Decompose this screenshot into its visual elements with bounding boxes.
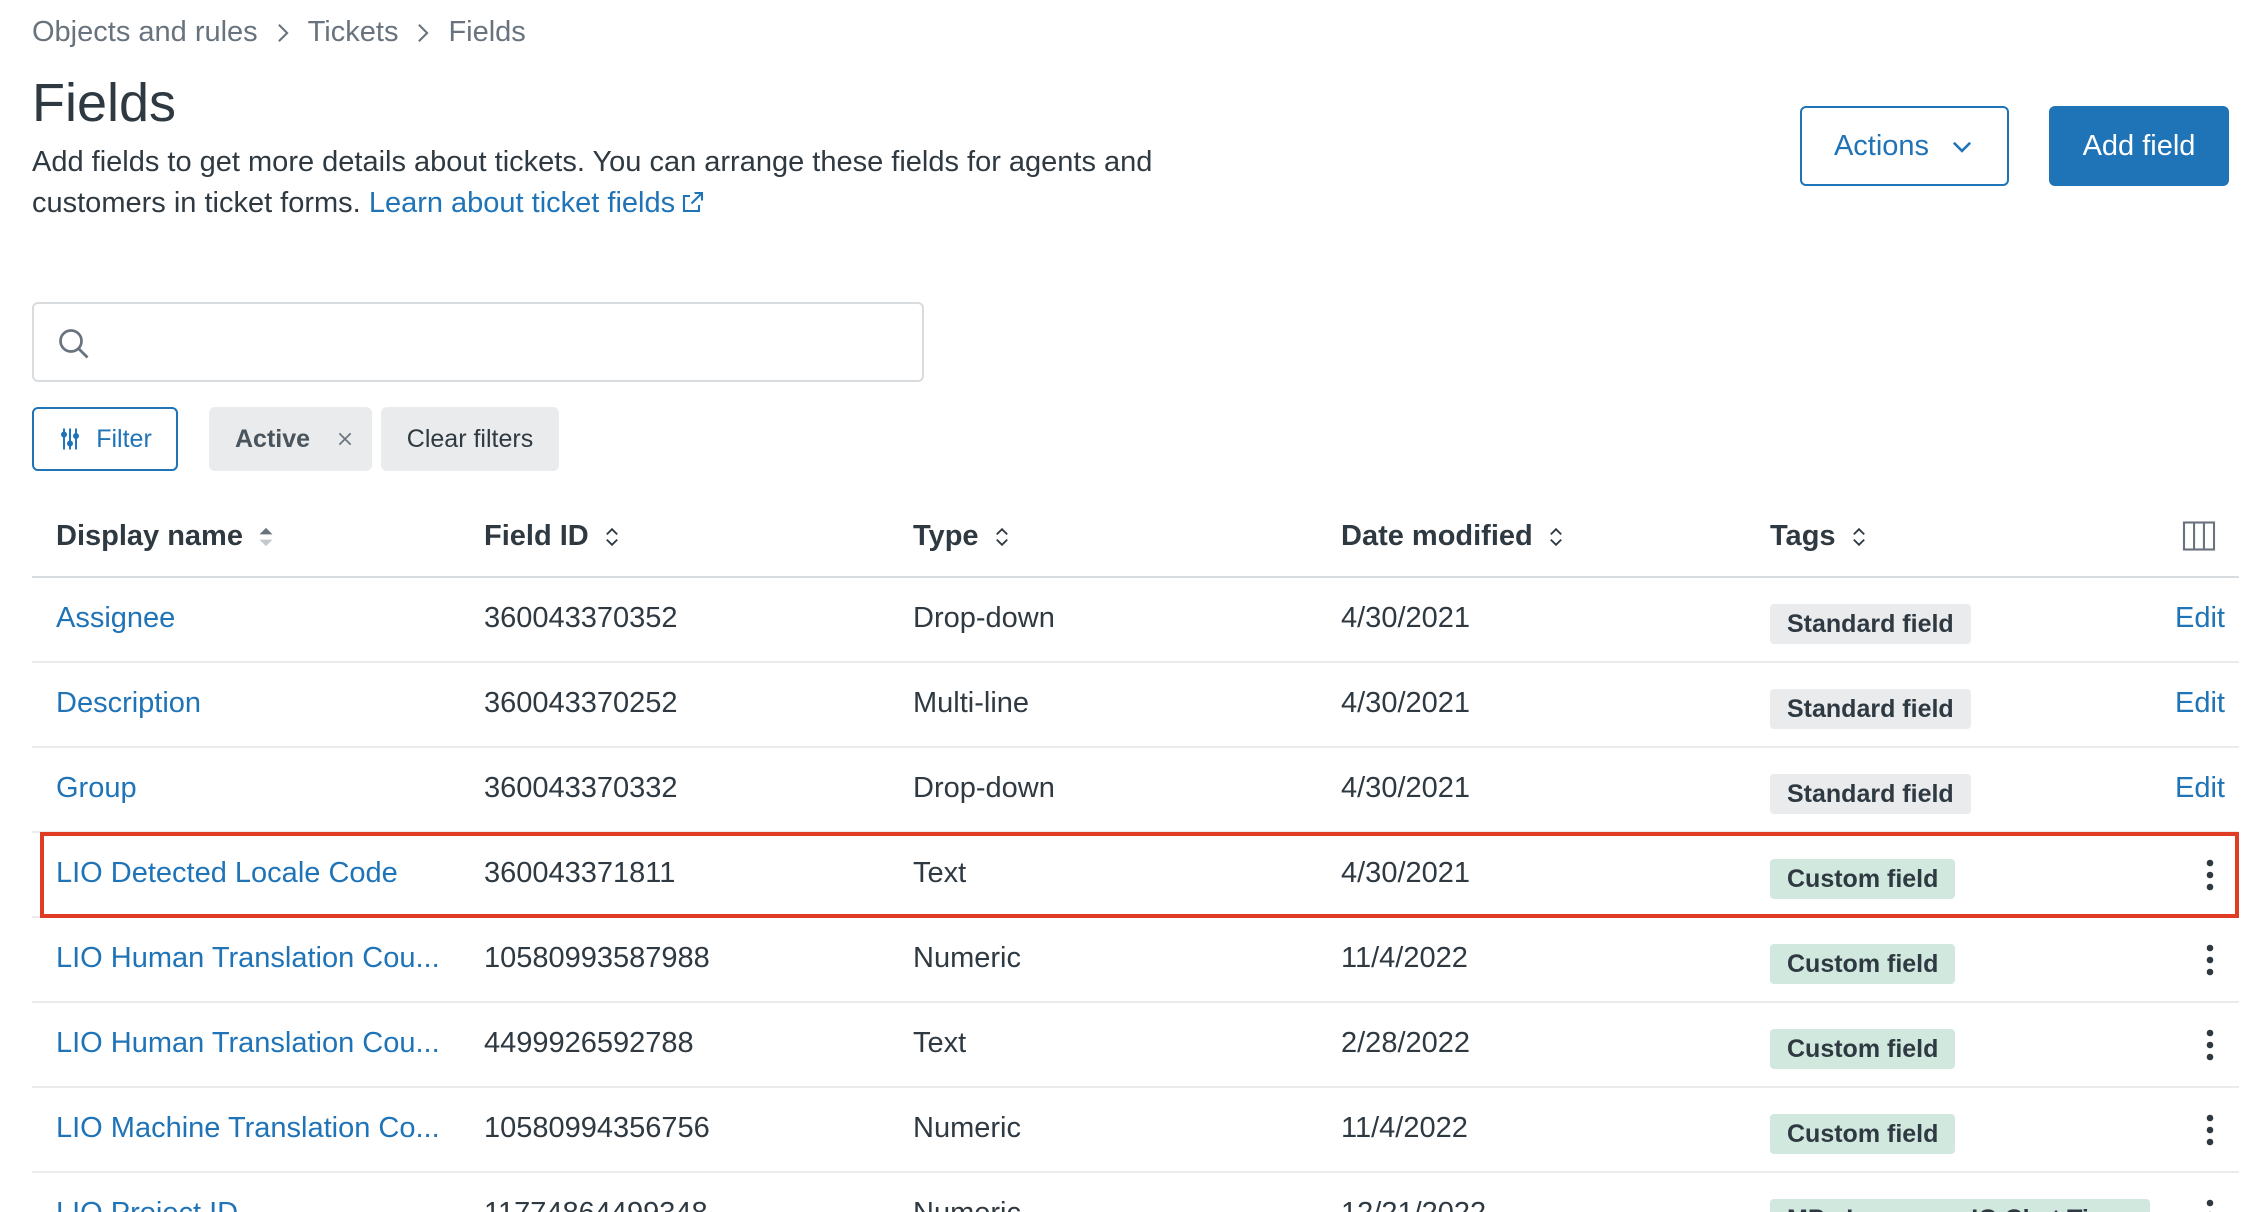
field-id: 11774864499348 (484, 1197, 708, 1212)
field-type: Text (913, 857, 967, 889)
sliders-icon (61, 428, 80, 450)
standard-field-tag: Standard field (1770, 774, 1971, 814)
active-filter-label: Active (235, 424, 311, 453)
field-name-link[interactable]: LIO Human Translation Cou... (56, 1027, 440, 1060)
sort-icon (605, 527, 618, 546)
field-id: 10580993587988 (484, 942, 710, 974)
column-header-date-modified[interactable]: Date modified (1341, 520, 1567, 553)
chevron-down-icon (1953, 141, 1972, 153)
more-options-icon[interactable] (2205, 1112, 2215, 1148)
chevron-right-icon (412, 22, 434, 44)
field-id: 360043371811 (484, 857, 676, 889)
field-id: 360043370252 (484, 687, 678, 719)
learn-about-ticket-fields-link[interactable]: Learn about ticket fields (369, 187, 705, 219)
field-name-link[interactable]: LIO Human Translation Cou... (56, 942, 440, 975)
more-options-icon[interactable] (2205, 942, 2215, 978)
fields-table: Display name Field ID Type Date modified… (32, 500, 2239, 1212)
field-name-link[interactable]: LIO Detected Locale Code (56, 857, 398, 890)
date-modified: 4/30/2021 (1341, 857, 1471, 889)
field-name-link[interactable]: Description (56, 687, 201, 720)
actions-button[interactable]: Actions (1800, 106, 2009, 186)
page-title: Fields (32, 73, 177, 133)
date-modified: 11/4/2022 (1341, 942, 1468, 974)
date-modified: 11/4/2022 (1341, 1112, 1468, 1144)
field-name-link[interactable]: Assignee (56, 602, 175, 635)
more-options-icon[interactable] (2205, 1027, 2215, 1063)
custom-field-tag: MP - Language IO Chat Tic... (1770, 1199, 2150, 1212)
field-type: Drop-down (913, 772, 1055, 804)
sort-ascending-icon (259, 527, 273, 546)
more-options-icon[interactable] (2205, 1197, 2215, 1212)
clear-filters-button[interactable]: Clear filters (381, 407, 559, 471)
close-icon[interactable] (336, 430, 354, 448)
field-name-link[interactable]: Group (56, 772, 137, 805)
date-modified: 4/30/2021 (1341, 687, 1471, 719)
field-type: Numeric (913, 1197, 1021, 1212)
table-row: Assignee 360043370352 Drop-down 4/30/202… (32, 578, 2239, 663)
custom-field-tag: Custom field (1770, 859, 1956, 899)
field-id: 4499926592788 (484, 1027, 694, 1059)
field-name-link[interactable]: LIO Project ID (56, 1197, 238, 1212)
date-modified: 4/30/2021 (1341, 772, 1471, 804)
page-description: Add fields to get more details about tic… (32, 142, 1172, 224)
search-icon (59, 329, 89, 359)
add-field-button[interactable]: Add field (2049, 106, 2229, 186)
field-id: 360043370352 (484, 602, 678, 634)
table-row: LIO Human Translation Cou... 44999265927… (32, 1003, 2239, 1088)
table-header: Display name Field ID Type Date modified… (32, 500, 2239, 578)
search-input[interactable] (104, 314, 904, 370)
field-type: Multi-line (913, 687, 1030, 719)
custom-field-tag: Custom field (1770, 1114, 1956, 1154)
table-row: LIO Machine Translation Co... 1058099435… (32, 1088, 2239, 1173)
field-type: Numeric (913, 942, 1021, 974)
filter-button-label: Filter (96, 424, 152, 453)
more-options-icon[interactable] (2205, 857, 2215, 893)
sort-icon (1852, 527, 1865, 546)
sort-icon (1549, 527, 1562, 546)
breadcrumb-item-fields: Fields (448, 16, 526, 48)
standard-field-tag: Standard field (1770, 689, 1971, 729)
breadcrumb-item-objects-and-rules[interactable]: Objects and rules (32, 16, 258, 49)
standard-field-tag: Standard field (1770, 604, 1971, 644)
date-modified: 4/30/2021 (1341, 602, 1471, 634)
table-row: LIO Human Translation Cou... 10580993587… (32, 918, 2239, 1003)
field-id: 10580994356756 (484, 1112, 710, 1144)
breadcrumb: Objects and rules Tickets Fields (32, 16, 526, 49)
field-type: Drop-down (913, 602, 1055, 634)
column-header-field-id[interactable]: Field ID (484, 520, 623, 553)
column-header-type[interactable]: Type (913, 520, 1013, 553)
actions-button-label: Actions (1833, 129, 1930, 162)
date-modified: 2/28/2022 (1341, 1027, 1471, 1059)
table-row: LIO Project ID 11774864499348 Numeric 12… (32, 1173, 2239, 1212)
sort-icon (995, 527, 1008, 546)
column-header-tags[interactable]: Tags (1770, 520, 1870, 553)
custom-field-tag: Custom field (1770, 944, 1956, 984)
external-link-icon (683, 191, 704, 213)
filter-button[interactable]: Filter (32, 407, 178, 471)
edit-link[interactable]: Edit (2175, 602, 2225, 635)
search-box[interactable] (32, 302, 924, 382)
table-row: Description 360043370252 Multi-line 4/30… (32, 663, 2239, 748)
column-header-display-name[interactable]: Display name (56, 520, 277, 553)
field-id: 360043370332 (484, 772, 678, 804)
field-name-link[interactable]: LIO Machine Translation Co... (56, 1112, 440, 1145)
column-picker-icon[interactable] (2181, 518, 2217, 554)
breadcrumb-item-tickets[interactable]: Tickets (308, 16, 399, 49)
table-row: LIO Detected Locale Code 360043371811 Te… (32, 833, 2239, 918)
chevron-right-icon (272, 22, 294, 44)
active-filter-chip: Active (209, 407, 372, 471)
date-modified: 12/21/2022 (1341, 1197, 1486, 1212)
field-type: Numeric (913, 1112, 1021, 1144)
custom-field-tag: Custom field (1770, 1029, 1956, 1069)
edit-link[interactable]: Edit (2175, 772, 2225, 805)
field-type: Text (913, 1027, 967, 1059)
edit-link[interactable]: Edit (2175, 687, 2225, 720)
table-row: Group 360043370332 Drop-down 4/30/2021 S… (32, 748, 2239, 833)
